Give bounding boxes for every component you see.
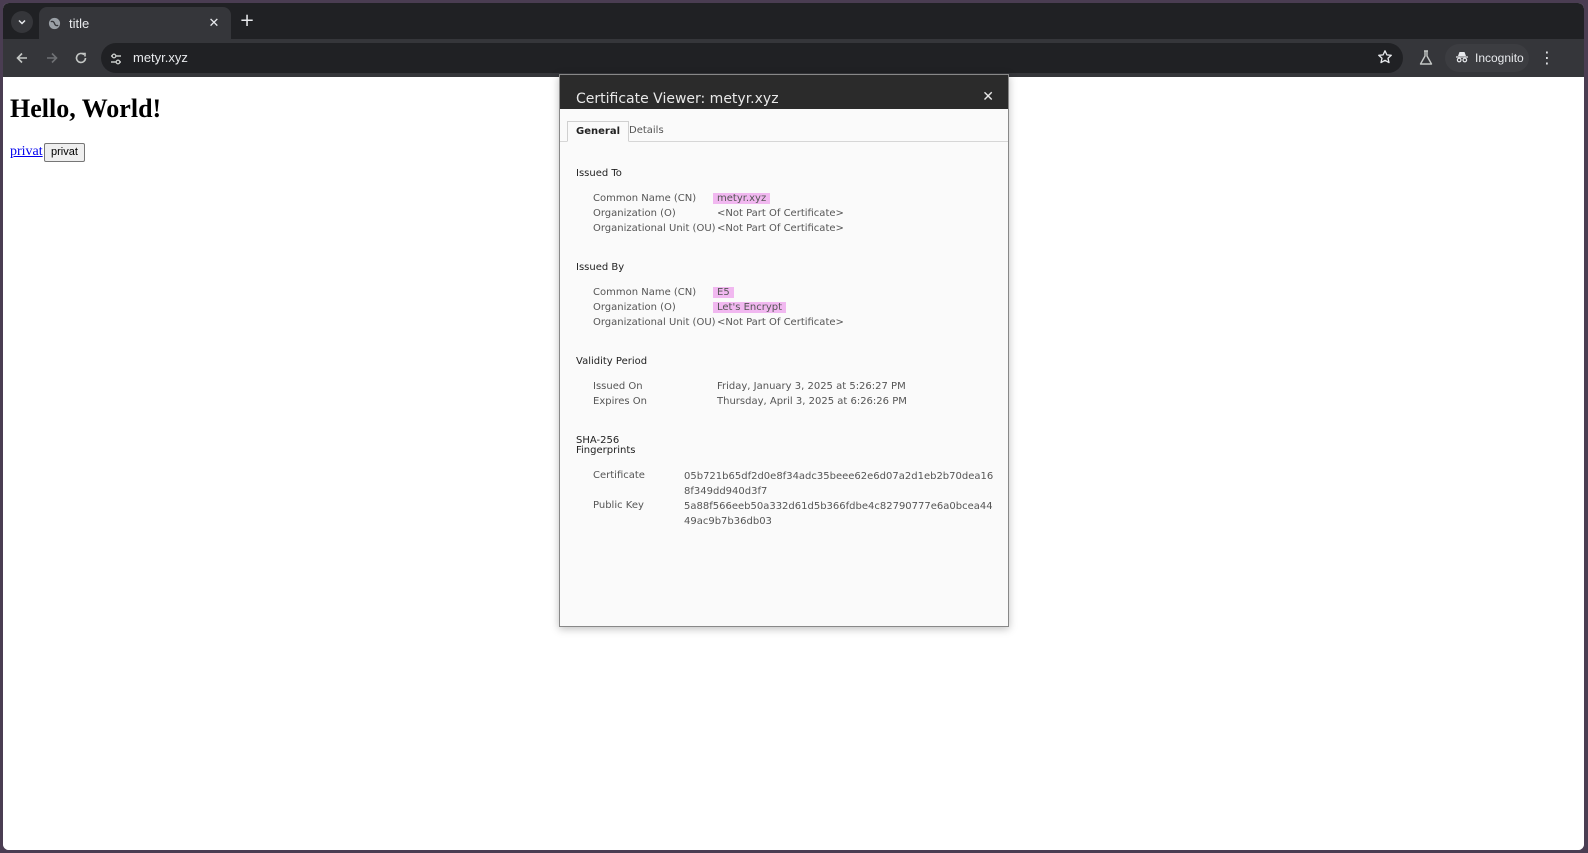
row-value: Let's Encrypt xyxy=(713,302,787,313)
section-issued-to: Issued To xyxy=(576,168,622,179)
dialog-title: Certificate Viewer: metyr.xyz xyxy=(576,91,779,107)
tune-icon[interactable] xyxy=(109,51,123,65)
row-value: E5 xyxy=(713,287,734,298)
row-label: Organization (O) xyxy=(593,302,676,313)
tab-details[interactable]: Details xyxy=(621,121,672,142)
row-label: Organization (O) xyxy=(593,208,676,219)
star-icon[interactable] xyxy=(1377,49,1393,65)
close-icon[interactable]: ✕ xyxy=(982,89,994,105)
row-label: Expires On xyxy=(593,396,648,407)
browser-tab[interactable]: title ✕ xyxy=(39,7,231,39)
row-value: metyr.xyz xyxy=(713,193,771,204)
section-fingerprints-line2: Fingerprints xyxy=(576,445,636,456)
tab-strip: title ✕ + xyxy=(3,3,1584,39)
row-value: Thursday, April 3, 2025 at 6:26:26 PM xyxy=(717,396,907,407)
row-label: Organizational Unit (OU) xyxy=(593,223,716,234)
row-label: Common Name (CN) xyxy=(593,193,697,204)
tab-title: title xyxy=(69,15,90,31)
toolbar: metyr.xyz Incognito ⋮ xyxy=(3,39,1584,77)
privat-button[interactable]: privat xyxy=(44,143,85,162)
fingerprint-value: 5a88f566eeb50a332d61d5b366fdbe4c82790777… xyxy=(684,501,993,527)
section-validity-period: Validity Period xyxy=(576,356,648,367)
row-value: <Not Part Of Certificate> xyxy=(717,208,844,219)
fingerprint-value: 05b721b65df2d0e8f34adc35beee62e6d07a2d1e… xyxy=(684,471,994,497)
browser-window: title ✕ + metyr.xyz Incognito ⋮ Hello, W… xyxy=(3,3,1584,850)
row-label: Issued On xyxy=(593,381,643,392)
close-icon[interactable]: ✕ xyxy=(205,16,223,31)
address-bar[interactable]: metyr.xyz xyxy=(101,43,1403,73)
row-label: Organizational Unit (OU) xyxy=(593,317,716,328)
flask-icon[interactable] xyxy=(1417,49,1435,67)
arrow-left-icon[interactable] xyxy=(11,47,33,69)
privat-link[interactable]: privat xyxy=(10,144,43,160)
chevron-down-icon[interactable] xyxy=(11,11,33,33)
row-value: Friday, January 3, 2025 at 5:26:27 PM xyxy=(717,381,906,392)
incognito-label: Incognito xyxy=(1475,51,1524,65)
dialog-titlebar: Certificate Viewer: metyr.xyz ✕ xyxy=(560,75,1008,109)
plus-icon[interactable]: + xyxy=(237,12,257,32)
section-issued-by: Issued By xyxy=(576,262,625,273)
row-value: <Not Part Of Certificate> xyxy=(717,317,844,328)
url-text[interactable]: metyr.xyz xyxy=(133,50,188,65)
row-label: Certificate xyxy=(593,470,645,481)
certificate-viewer-dialog: Certificate Viewer: metyr.xyz ✕ General … xyxy=(559,74,1009,627)
arrow-right-icon[interactable] xyxy=(41,47,63,69)
row-label: Common Name (CN) xyxy=(593,287,697,298)
reload-icon[interactable] xyxy=(70,47,92,69)
globe-icon xyxy=(47,16,61,30)
incognito-icon xyxy=(1455,50,1469,67)
row-value: <Not Part Of Certificate> xyxy=(717,223,844,234)
page-heading: Hello, World! xyxy=(10,94,162,123)
row-label: Public Key xyxy=(593,500,644,511)
kebab-menu-icon[interactable]: ⋮ xyxy=(1539,48,1555,68)
dialog-tabs: General Details xyxy=(560,109,1008,142)
tab-general[interactable]: General xyxy=(567,121,629,142)
incognito-button[interactable]: Incognito xyxy=(1445,44,1529,72)
